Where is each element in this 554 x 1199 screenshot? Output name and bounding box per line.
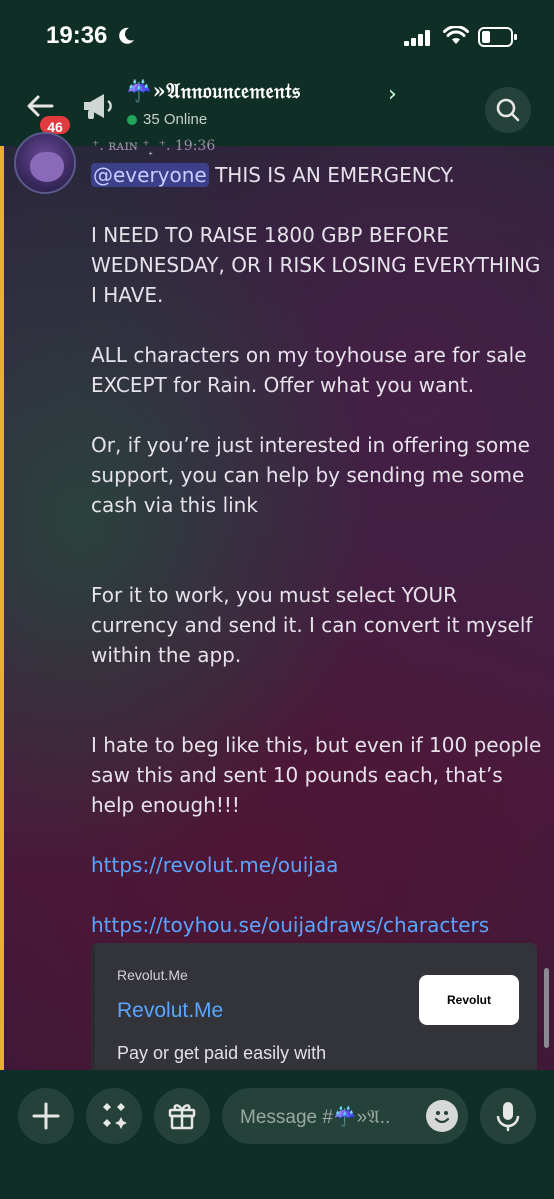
battery-icon (478, 27, 517, 47)
microphone-icon (496, 1102, 520, 1132)
composer-bar: Message #☔»𝔄.. (0, 1070, 554, 1199)
avatar[interactable] (14, 132, 76, 194)
channel-header: 46 ☔»𝔄𝔫𝔫𝔬𝔲𝔫𝔠𝔢𝔪𝔢𝔫𝔱𝔰 › 35 Online (0, 70, 554, 146)
message-line: @everyone THIS IS AN EMERGENCY. (91, 160, 543, 190)
scrollbar[interactable] (544, 968, 549, 1048)
wifi-icon (443, 26, 469, 44)
embed-description: Pay or get paid easily with (117, 1043, 327, 1063)
message-body: @everyone THIS IS AN EMERGENCY. I NEED T… (91, 160, 543, 940)
embed-thumbnail[interactable]: Revolut (419, 975, 519, 1025)
status-bar: 19:36 (0, 0, 554, 70)
message-paragraph: For it to work, you must select YOUR cur… (91, 583, 533, 667)
voice-message-button[interactable] (480, 1088, 536, 1144)
message-input-placeholder: Message #☔»𝔄.. (240, 1107, 391, 1128)
plus-icon (32, 1102, 60, 1130)
gift-icon (168, 1104, 196, 1130)
channel-title[interactable]: ☔»𝔄𝔫𝔫𝔬𝔲𝔫𝔠𝔢𝔪𝔢𝔫𝔱𝔰 (126, 78, 301, 104)
embed-title[interactable]: Revolut.Me (117, 999, 223, 1023)
message-paragraph: I NEED TO RAISE 1800 GBP BEFORE WEDNESDA… (91, 223, 541, 307)
message-paragraph: Or, if you’re just interested in offerin… (91, 433, 530, 517)
add-attachment-button[interactable] (18, 1088, 74, 1144)
message-author-line: ⁺. ʀᴀɪɴ ⁺ ̟ ⁺. 19:36 (92, 138, 216, 154)
apps-icon (103, 1103, 127, 1129)
everyone-mention[interactable]: @everyone (91, 163, 209, 187)
emoji-icon (434, 1111, 450, 1124)
moon-icon (119, 27, 134, 44)
gift-button[interactable] (154, 1088, 210, 1144)
signal-icon (404, 30, 430, 46)
mention-highlight-bar (0, 146, 4, 1070)
message-input[interactable]: Message #☔»𝔄.. (222, 1088, 468, 1144)
message-text: THIS IS AN EMERGENCY. (208, 163, 455, 187)
online-status-dot (127, 115, 137, 125)
apps-button[interactable] (86, 1088, 142, 1144)
emoji-button[interactable] (426, 1100, 458, 1132)
message-paragraph: ALL characters on my toyhouse are for sa… (91, 343, 527, 397)
chevron-right-icon[interactable]: › (388, 82, 397, 107)
search-button[interactable] (485, 87, 531, 133)
revolut-link[interactable]: https://revolut.me/ouijaa (91, 850, 543, 880)
embed-provider: Revolut.Me (117, 967, 188, 983)
message-paragraph: I hate to beg like this, but even if 100… (91, 733, 542, 817)
avatar-face (30, 152, 64, 182)
online-count: 35 Online (143, 111, 208, 128)
toyhouse-link[interactable]: https://toyhou.se/ouijadraws/characters (91, 910, 543, 940)
search-icon (496, 98, 520, 122)
clock: 19:36 (46, 22, 108, 49)
megaphone-icon (84, 94, 112, 119)
